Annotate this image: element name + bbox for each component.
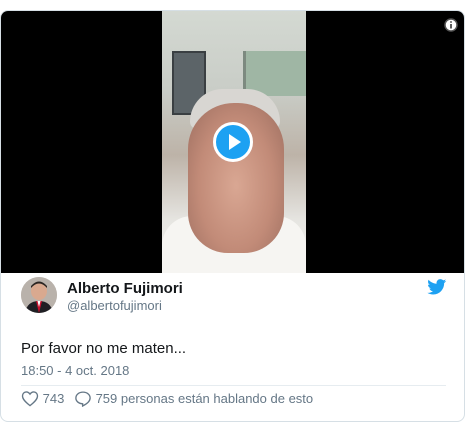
info-icon[interactable] bbox=[444, 18, 458, 32]
tweet-video[interactable] bbox=[1, 11, 464, 273]
author-name[interactable]: Alberto Fujimori bbox=[67, 280, 183, 297]
tweet-actions: 743 759 personas están hablando de esto bbox=[21, 390, 313, 410]
speech-bubble-icon bbox=[75, 391, 91, 408]
play-icon bbox=[229, 134, 241, 150]
tweet-timestamp[interactable]: 18:50 - 4 oct. 2018 bbox=[21, 363, 129, 378]
conversation-text: 759 personas están hablando de esto bbox=[95, 391, 314, 407]
tweet-text: Por favor no me maten... bbox=[21, 340, 187, 357]
conversation-link[interactable]: 759 personas están hablando de esto bbox=[74, 390, 314, 408]
avatar[interactable] bbox=[21, 277, 57, 313]
author-handle[interactable]: @albertofujimori bbox=[67, 298, 162, 313]
heart-icon bbox=[21, 391, 39, 407]
divider bbox=[21, 385, 446, 386]
twitter-bird-icon[interactable] bbox=[427, 279, 447, 295]
like-count: 743 bbox=[42, 391, 65, 407]
avatar-image bbox=[21, 277, 57, 313]
play-button[interactable] bbox=[213, 122, 253, 162]
tweet-author: Alberto Fujimori @albertofujimori bbox=[21, 277, 451, 315]
like-button[interactable]: 743 bbox=[21, 390, 64, 407]
tweet-card: Alberto Fujimori @albertofujimori Por fa… bbox=[0, 10, 465, 422]
